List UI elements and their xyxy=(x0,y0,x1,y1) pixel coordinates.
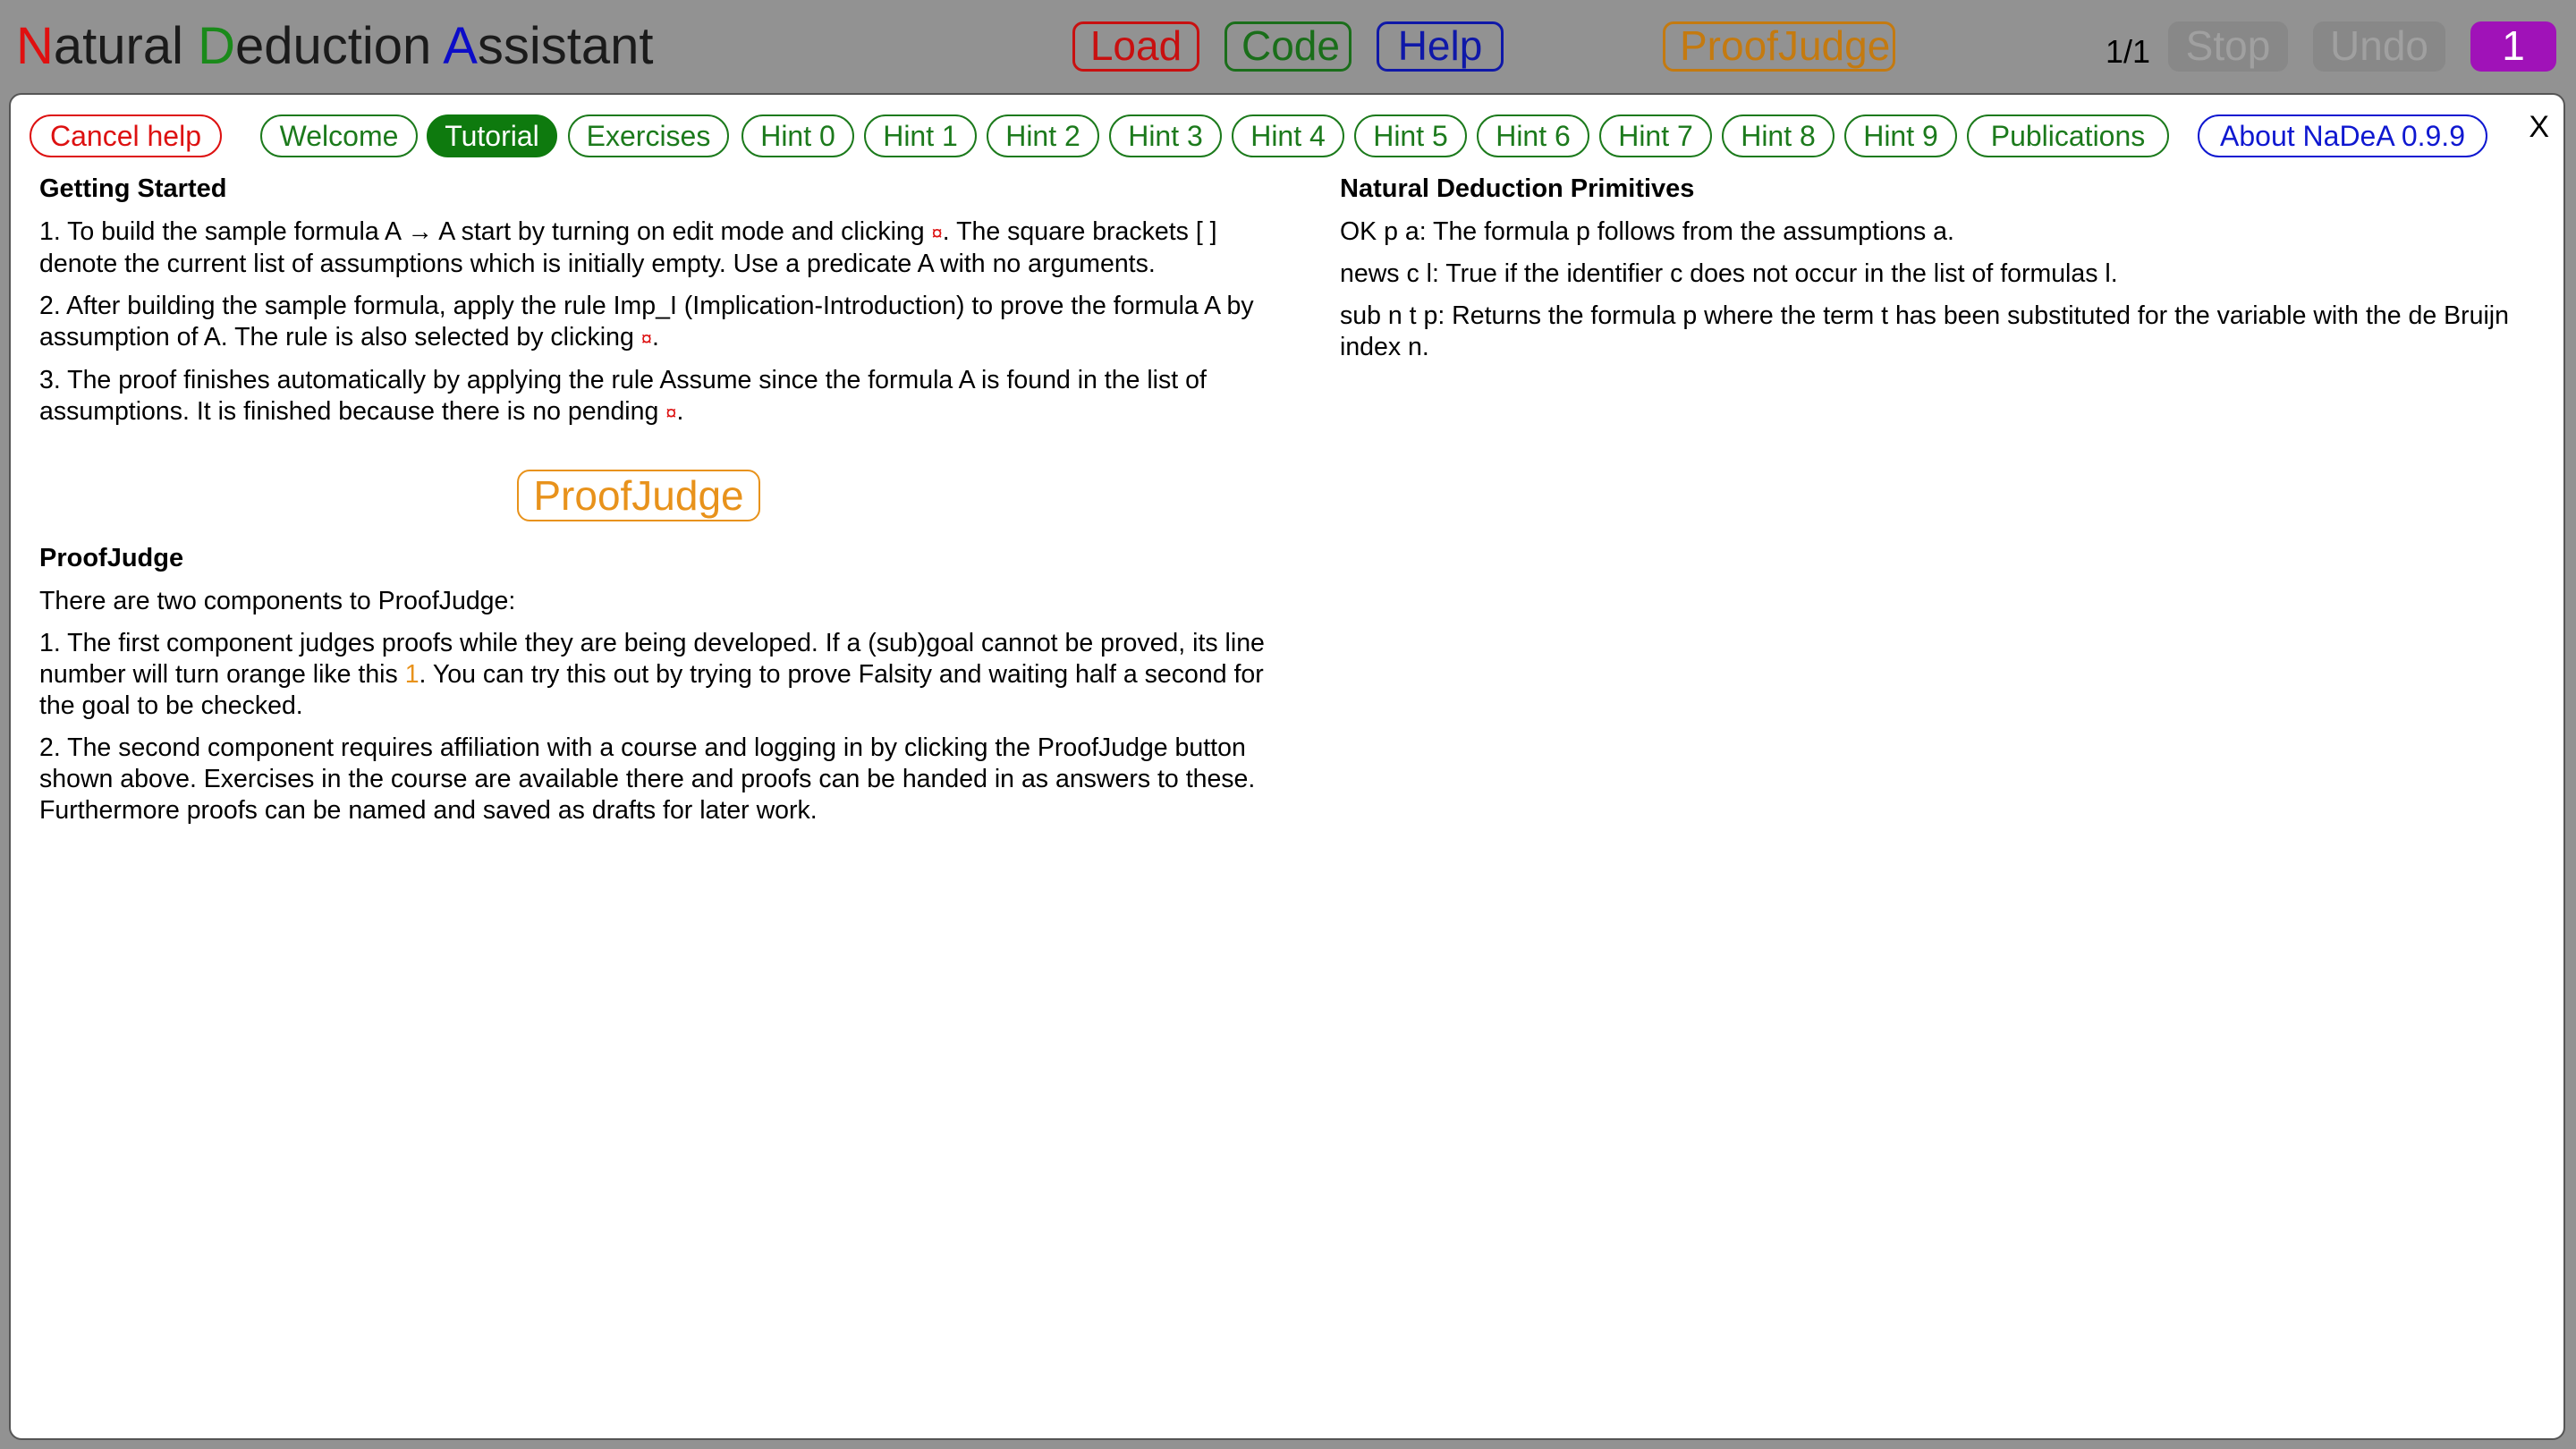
tab-exercises[interactable]: Exercises xyxy=(568,114,729,157)
title-letter-a: A xyxy=(443,17,478,75)
tab-hint-6[interactable]: Hint 6 xyxy=(1477,114,1589,157)
tab-hint-0[interactable]: Hint 0 xyxy=(741,114,854,157)
primitives-heading: Natural Deduction Primitives xyxy=(1340,174,1695,203)
proofjudge-step-1: 1. The first component judges proofs whi… xyxy=(39,628,1265,722)
tab-hint-1[interactable]: Hint 1 xyxy=(864,114,977,157)
close-help-button[interactable]: X xyxy=(2529,109,2549,145)
proofjudge-heading: ProofJudge xyxy=(39,544,184,572)
tab-hint-3[interactable]: Hint 3 xyxy=(1109,114,1222,157)
proofjudge-button[interactable]: ProofJudge xyxy=(517,470,760,521)
title-part-eduction: eduction xyxy=(234,17,444,75)
stop-button[interactable]: Stop xyxy=(2168,21,2288,72)
step-2-text-b: . xyxy=(651,323,659,352)
about-button[interactable]: About NaDeA 0.9.9 xyxy=(2198,114,2487,157)
step-3-text-a: 3. The proof finishes automatically by a… xyxy=(39,366,1207,426)
title-letter-n: N xyxy=(16,17,54,75)
getting-started-heading: Getting Started xyxy=(39,174,227,203)
getting-started-step-1: 1. To build the sample formula A → A sta… xyxy=(39,216,1265,280)
proofjudge-top-button[interactable]: ProofJudge xyxy=(1663,21,1895,72)
proof-number-button[interactable]: 1 xyxy=(2470,21,2556,72)
primitive-news: news c l: True if the identifier c does … xyxy=(1340,259,2118,288)
tab-hint-5[interactable]: Hint 5 xyxy=(1354,114,1467,157)
tab-hint-7[interactable]: Hint 7 xyxy=(1599,114,1712,157)
page-counter: 1/1 xyxy=(2106,33,2151,70)
step-1-text-a: 1. To build the sample formula A → A sta… xyxy=(39,217,932,246)
load-button[interactable]: Load xyxy=(1072,21,1199,72)
primitive-sub: sub n t p: Returns the formula p where t… xyxy=(1340,301,2509,361)
help-tabs: Cancel help Welcome Tutorial Exercises H… xyxy=(11,95,2563,181)
right-column: Natural Deduction Primitives OK p a: The… xyxy=(1340,172,2544,374)
tab-hint-2[interactable]: Hint 2 xyxy=(987,114,1099,157)
title-part-ssistant: ssistant xyxy=(477,17,654,75)
tab-hint-9[interactable]: Hint 9 xyxy=(1844,114,1957,157)
primitive-ok: OK p a: The formula p follows from the a… xyxy=(1340,217,1954,246)
getting-started-step-3: 3. The proof finishes automatically by a… xyxy=(39,365,1265,428)
getting-started-step-2: 2. After building the sample formula, ap… xyxy=(39,291,1265,354)
orange-line-number: 1 xyxy=(404,660,419,689)
cancel-help-button[interactable]: Cancel help xyxy=(30,114,222,157)
proofjudge-step-2: 2. The second component requires affilia… xyxy=(39,733,1256,825)
tab-publications[interactable]: Publications xyxy=(1967,114,2169,157)
help-panel: Cancel help Welcome Tutorial Exercises H… xyxy=(9,93,2565,1440)
help-button[interactable]: Help xyxy=(1377,21,1504,72)
top-bar: Natural Deduction Assistant Load Code He… xyxy=(0,0,2576,93)
left-column: Getting Started 1. To build the sample f… xyxy=(39,172,1265,837)
step-3-text-b: . xyxy=(676,397,684,426)
undo-button[interactable]: Undo xyxy=(2313,21,2445,72)
tab-tutorial[interactable]: Tutorial xyxy=(427,114,557,157)
pending-goal-icon: ¤ xyxy=(665,402,677,424)
pending-goal-icon: ¤ xyxy=(640,327,652,350)
proofjudge-intro: There are two components to ProofJudge: xyxy=(39,587,516,615)
title-letter-d: D xyxy=(198,17,235,75)
tab-hint-8[interactable]: Hint 8 xyxy=(1722,114,1835,157)
tab-welcome[interactable]: Welcome xyxy=(260,114,418,157)
app-title: Natural Deduction Assistant xyxy=(16,16,654,77)
tab-hint-4[interactable]: Hint 4 xyxy=(1232,114,1344,157)
pending-goal-icon: ¤ xyxy=(931,222,943,244)
code-button[interactable]: Code xyxy=(1224,21,1352,72)
title-part-atural: atural xyxy=(53,17,199,75)
